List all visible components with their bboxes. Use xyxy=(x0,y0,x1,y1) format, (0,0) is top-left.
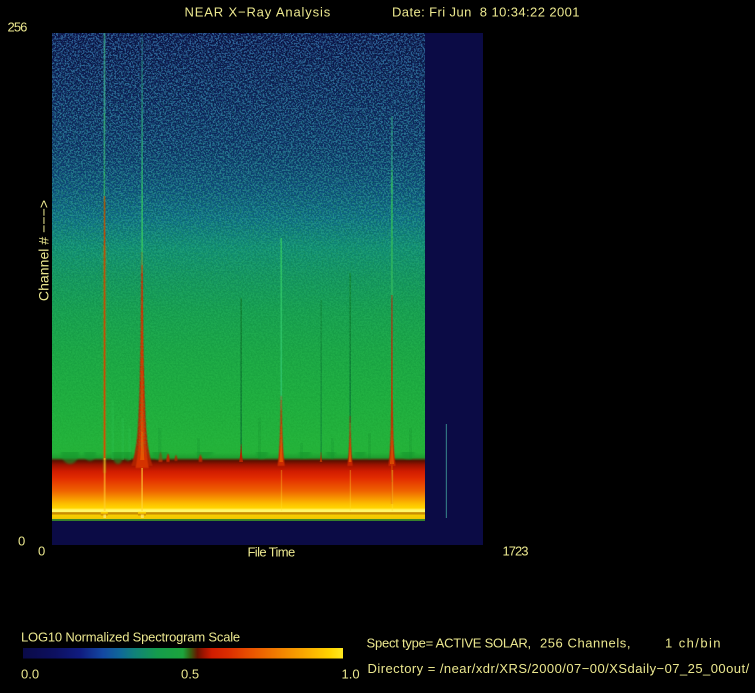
svg-text:NEAR X−Ray Analysis: NEAR X−Ray Analysis xyxy=(185,4,332,19)
svg-text:Channel # −−−>: Channel # −−−> xyxy=(36,200,52,301)
svg-text:1723: 1723 xyxy=(503,544,529,559)
svg-text:0: 0 xyxy=(18,534,25,549)
svg-text:1 ch/bin: 1 ch/bin xyxy=(665,636,722,651)
svg-text:256: 256 xyxy=(8,19,28,34)
svg-text:Date: Fri Jun 8 10:34:22 2001: Date: Fri Jun 8 10:34:22 2001 xyxy=(392,4,580,19)
svg-text:1.0: 1.0 xyxy=(342,667,360,682)
svg-text:256 Channels,: 256 Channels, xyxy=(540,636,631,651)
svg-text:0: 0 xyxy=(38,544,45,559)
svg-text:0.0: 0.0 xyxy=(21,667,39,682)
svg-text:0.5: 0.5 xyxy=(181,667,199,682)
svg-text:Directory = /near/xdr/XRS/2000: Directory = /near/xdr/XRS/2000/07−00/XSd… xyxy=(368,661,750,676)
svg-text:File Time: File Time xyxy=(248,545,295,560)
svg-text:LOG10 Normalized Spectrogram S: LOG10 Normalized Spectrogram Scale xyxy=(21,630,240,645)
svg-text:Spect type= ACTIVE SOLAR,: Spect type= ACTIVE SOLAR, xyxy=(367,636,531,651)
